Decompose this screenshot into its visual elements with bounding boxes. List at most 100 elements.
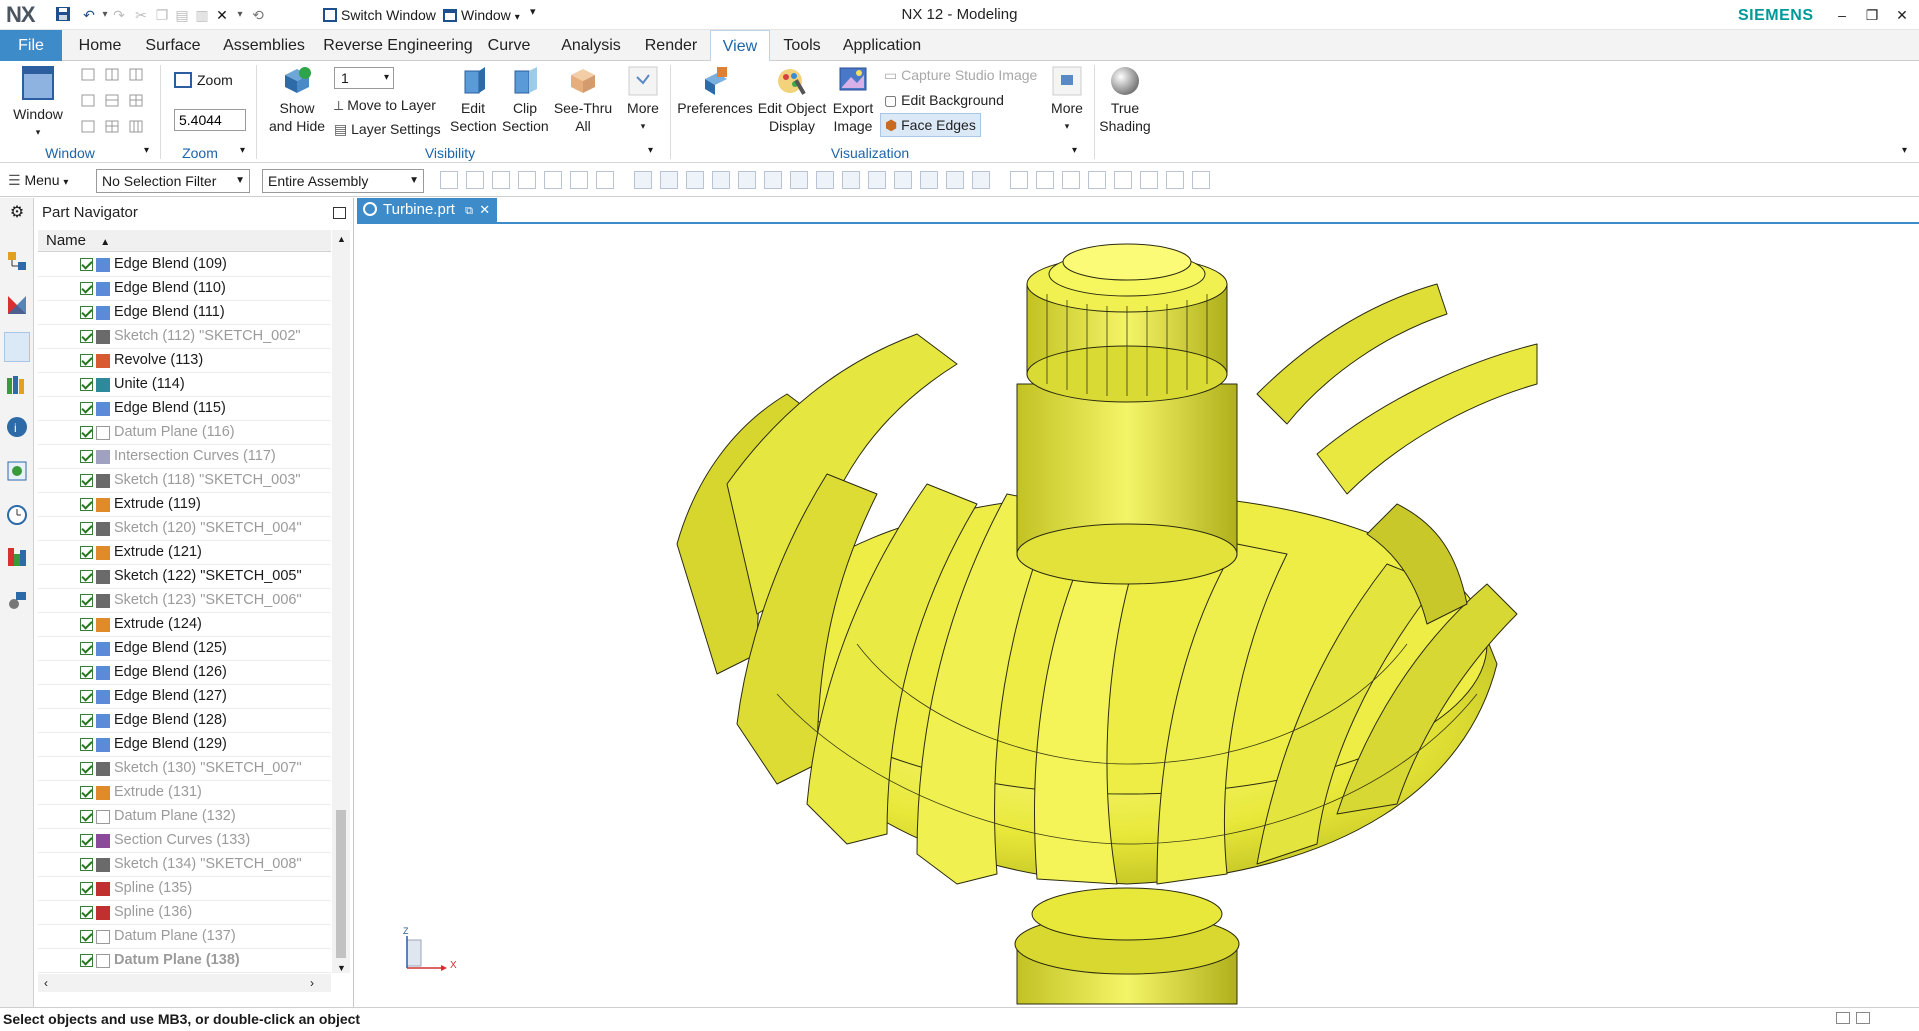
reuse-library-icon[interactable] [6, 374, 28, 396]
tree-row[interactable]: Sketch (123) "SKETCH_006" [38, 589, 331, 613]
layer-settings-button[interactable]: ▤ Layer Settings [334, 118, 441, 140]
system-materials-icon[interactable] [6, 546, 28, 568]
menu-button[interactable]: ☰ Menu ▾ [8, 171, 68, 192]
visibility-checkbox[interactable] [80, 258, 93, 271]
tab-view[interactable]: View [710, 30, 770, 62]
rotate-icon[interactable] [1062, 171, 1080, 189]
deselect-icon[interactable] [466, 171, 484, 189]
snap-line-2-icon[interactable] [686, 171, 704, 189]
visibility-checkbox[interactable] [80, 498, 93, 511]
navigator-scroll-thumb[interactable] [336, 810, 346, 958]
tab-home[interactable]: Home [70, 30, 130, 61]
visibility-checkbox[interactable] [80, 546, 93, 559]
tree-row[interactable]: Sketch (134) "SKETCH_008" [38, 853, 331, 877]
snap-plus-icon[interactable] [868, 171, 886, 189]
clip-section-button[interactable]: Clip Section [502, 65, 549, 135]
visibility-checkbox[interactable] [80, 594, 93, 607]
feature-select-icon[interactable] [570, 171, 588, 189]
visibility-checkbox[interactable] [80, 450, 93, 463]
tree-row[interactable]: Spline (135) [38, 877, 331, 901]
tree-row[interactable]: Edge Blend (129) [38, 733, 331, 757]
zoom-button[interactable]: Zoom [174, 69, 233, 91]
tab-curve[interactable]: Curve [484, 30, 534, 61]
web-browser-icon[interactable] [6, 460, 28, 482]
maximize-panel-icon[interactable] [333, 207, 346, 219]
tree-row[interactable]: Extrude (131) [38, 781, 331, 805]
visibility-checkbox[interactable] [80, 354, 93, 367]
visibility-more-button[interactable]: More ▾ [620, 65, 666, 135]
history-icon[interactable] [6, 504, 28, 526]
see-thru-all-button[interactable]: See-Thru All [552, 65, 614, 135]
hd3d-tools-icon[interactable]: i [6, 416, 28, 438]
minimize-icon[interactable]: – [1827, 4, 1857, 26]
snap-endpoint-icon[interactable] [634, 171, 652, 189]
customize-quick-access-icon[interactable]: ▾ [530, 5, 536, 18]
zoom-scale-input[interactable] [174, 109, 246, 131]
visualization-group-more-icon[interactable]: ▾ [1072, 145, 1077, 156]
tree-row[interactable]: Intersection Curves (117) [38, 445, 331, 469]
process-studio-icon[interactable] [6, 590, 28, 612]
close-icon[interactable]: ✕ [1887, 4, 1917, 26]
tree-row[interactable]: Edge Blend (125) [38, 637, 331, 661]
tree-row[interactable]: Unite (114) [38, 373, 331, 397]
visibility-checkbox[interactable] [80, 882, 93, 895]
visibility-checkbox[interactable] [80, 834, 93, 847]
constraint-navigator-icon[interactable] [6, 294, 28, 316]
snap-circle-icon[interactable] [842, 171, 860, 189]
visibility-checkbox[interactable] [80, 954, 93, 967]
switch-window-button[interactable]: Switch Window [323, 5, 436, 25]
delete-dropdown-icon[interactable]: ▾ [231, 6, 249, 24]
rectangle-select-icon[interactable] [544, 171, 562, 189]
tab-application[interactable]: Application [836, 30, 928, 61]
repeat-command-icon[interactable]: ⟲ [249, 6, 267, 24]
tree-row[interactable]: Revolve (113) [38, 349, 331, 373]
visibility-checkbox[interactable] [80, 738, 93, 751]
tree-row[interactable]: Extrude (121) [38, 541, 331, 565]
preferences-button[interactable]: Preferences [676, 65, 754, 117]
scroll-down-icon[interactable]: ▼ [337, 963, 346, 973]
scroll-right-icon[interactable]: › [310, 976, 314, 990]
visibility-checkbox[interactable] [80, 690, 93, 703]
window-menu-button[interactable]: Window ▾ [443, 5, 520, 25]
visibility-checkbox[interactable] [80, 474, 93, 487]
delete-icon[interactable]: ✕ [213, 6, 231, 24]
edit-object-display-button[interactable]: Edit Object Display [756, 65, 828, 135]
view-more-icon[interactable] [1192, 171, 1210, 189]
tree-row[interactable]: Sketch (118) "SKETCH_003" [38, 469, 331, 493]
assembly-navigator-icon[interactable] [6, 250, 28, 272]
save-icon[interactable] [54, 6, 72, 24]
visibility-checkbox[interactable] [80, 930, 93, 943]
select-icon[interactable] [440, 171, 458, 189]
visibility-checkbox[interactable] [80, 570, 93, 583]
visibility-checkbox[interactable] [80, 786, 93, 799]
tab-surface[interactable]: Surface [140, 30, 206, 61]
snap-intersect-icon[interactable] [790, 171, 808, 189]
status-icon-2[interactable] [1856, 1012, 1870, 1024]
visibility-checkbox[interactable] [80, 762, 93, 775]
tree-row[interactable]: Sketch (122) "SKETCH_005" [38, 565, 331, 589]
pan-icon[interactable] [1088, 171, 1106, 189]
zoom-group-more-icon[interactable]: ▾ [240, 145, 245, 156]
render-style-icon[interactable] [1114, 171, 1132, 189]
settings-gear-icon[interactable]: ⚙ [6, 202, 28, 224]
edit-background-button[interactable]: ▢ Edit Background [884, 89, 1004, 111]
move-to-layer-button[interactable]: ⟂ Move to Layer [334, 94, 436, 116]
tree-row[interactable]: Sketch (120) "SKETCH_004" [38, 517, 331, 541]
snap-face-icon[interactable] [920, 171, 938, 189]
tree-row[interactable]: Datum Plane (132) [38, 805, 331, 829]
tree-row[interactable]: Edge Blend (127) [38, 685, 331, 709]
snap-spline-icon[interactable] [738, 171, 756, 189]
solid-body-icon[interactable] [596, 171, 614, 189]
turbine-model[interactable] [357, 224, 1919, 1007]
tab-file[interactable]: File [0, 30, 62, 61]
document-tab-turbine[interactable]: Turbine.prt ⧉ ✕ [357, 198, 497, 222]
visibility-checkbox[interactable] [80, 282, 93, 295]
tree-row[interactable]: Edge Blend (128) [38, 709, 331, 733]
lasso-icon[interactable] [492, 171, 510, 189]
tree-row[interactable]: Datum Plane (116) [38, 421, 331, 445]
visibility-checkbox[interactable] [80, 642, 93, 655]
graphics-window[interactable]: Turbine.prt ⧉ ✕ Z X [357, 198, 1919, 1007]
window-button[interactable]: Window ▾ [10, 65, 66, 141]
snap-center-icon[interactable] [816, 171, 834, 189]
selection-scope-dropdown[interactable]: Entire Assembly ▼ [262, 169, 424, 193]
